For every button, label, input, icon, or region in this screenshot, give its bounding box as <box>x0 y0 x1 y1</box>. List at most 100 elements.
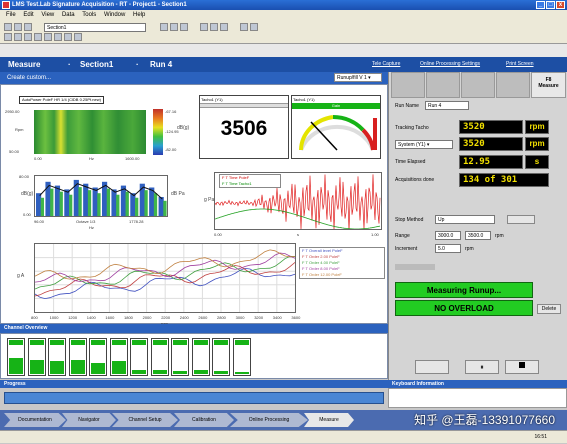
cut-icon[interactable] <box>160 23 168 31</box>
time-elapsed-unit: s <box>525 155 549 169</box>
channel-meter[interactable] <box>89 338 107 376</box>
option-checkbox[interactable] <box>395 264 435 270</box>
increment-field[interactable]: 5.0 <box>435 244 461 253</box>
octave-bar <box>116 194 120 216</box>
right-tab[interactable] <box>391 72 425 98</box>
channel-meter[interactable] <box>68 338 87 376</box>
channel-meter[interactable] <box>150 338 169 376</box>
pause-button[interactable]: ⏸ <box>465 360 499 374</box>
channel-meter[interactable] <box>232 338 251 376</box>
run-name-label: Run Name <box>395 103 419 109</box>
menu-help[interactable]: Help <box>133 12 145 18</box>
right-tab[interactable] <box>461 72 495 98</box>
workflow-documentation[interactable]: Documentation <box>4 413 66 427</box>
settings-icon[interactable] <box>250 23 258 31</box>
channel-meter-fill <box>214 371 228 374</box>
tele-capture-link[interactable]: Tele Capture <box>372 57 400 72</box>
spectrogram-plot[interactable] <box>34 110 146 154</box>
paste-icon[interactable] <box>180 23 188 31</box>
tracking-unit: rpm <box>525 120 549 134</box>
workflow-online-processing[interactable]: Online Processing <box>230 413 308 427</box>
orders-legend: F T Overall level PoleF F T Order 2.00 P… <box>299 247 385 279</box>
channel-meter-peak <box>152 340 167 345</box>
range-from-field[interactable]: 3000.0 <box>435 231 461 240</box>
arm-button[interactable] <box>415 360 449 374</box>
octave-bar <box>125 191 129 216</box>
menu-view[interactable]: View <box>41 12 54 18</box>
menu-data[interactable]: Data <box>62 12 75 18</box>
channel-meter[interactable] <box>7 338 25 376</box>
zoom-icon[interactable] <box>200 23 208 31</box>
workflow-navigator[interactable]: Navigator <box>62 413 116 427</box>
right-tab[interactable] <box>426 72 460 98</box>
tool-icon[interactable] <box>34 33 42 41</box>
cursor-icon[interactable] <box>220 23 228 31</box>
open-icon[interactable] <box>14 23 22 31</box>
order-tracking-plot[interactable] <box>34 243 296 313</box>
display-layout-dropdown[interactable]: Runup/fill V 1 ▾ <box>334 73 382 82</box>
stop-button[interactable] <box>505 360 539 374</box>
orders-xtick: 1400 <box>86 315 96 320</box>
channel-meter-peak <box>111 340 126 345</box>
disabled-button[interactable] <box>507 215 535 224</box>
section-select[interactable]: Section1 <box>44 23 146 32</box>
copy-icon[interactable] <box>170 23 178 31</box>
channel-meter[interactable] <box>130 338 148 376</box>
channel-meter[interactable] <box>171 338 189 376</box>
help-icon[interactable] <box>240 23 248 31</box>
online-processing-settings-link[interactable]: Online Processing Settings <box>420 57 480 72</box>
tab-measure[interactable]: F8 Measure <box>531 72 566 98</box>
window-title: LMS Test.Lab Signature Acquisition - RT … <box>12 2 187 8</box>
octave-bar-plot[interactable] <box>34 175 168 217</box>
run-name-field[interactable]: Run 4 <box>425 101 469 110</box>
bars-left-unit: dB(g) <box>21 191 34 197</box>
channel-meter[interactable] <box>212 338 230 376</box>
menu-edit[interactable]: Edit <box>23 12 33 18</box>
delete-button[interactable]: Delete <box>537 304 561 314</box>
save-icon[interactable] <box>24 23 32 31</box>
tool-icon[interactable] <box>4 33 12 41</box>
octave-bar <box>97 193 101 216</box>
workflow-channel-setup[interactable]: Channel Setup <box>112 413 178 427</box>
gauge-display[interactable]: Tacho1 (Y1) Gain <box>291 95 381 159</box>
print-screen-link[interactable]: Print Screen <box>506 57 534 72</box>
right-tab[interactable] <box>496 72 530 98</box>
menu-file[interactable]: File <box>6 12 16 18</box>
stop-method-select[interactable]: Up <box>435 215 495 224</box>
tool-icon[interactable] <box>24 33 32 41</box>
channel-meter-fill <box>50 361 64 374</box>
minimize-button[interactable]: _ <box>536 1 545 9</box>
create-custom-label[interactable]: Create custom... <box>7 75 51 81</box>
header-dot: · <box>68 60 71 69</box>
menu-tools[interactable]: Tools <box>82 12 96 18</box>
new-icon[interactable] <box>4 23 12 31</box>
range-to-field[interactable]: 3500.0 <box>465 231 491 240</box>
orders-xtick: 1600 <box>105 315 115 320</box>
workflow-calibration[interactable]: Calibration <box>174 413 234 427</box>
print-icon[interactable] <box>210 23 218 31</box>
orders-xtick: 1800 <box>124 315 133 320</box>
channel-meter[interactable] <box>191 338 210 376</box>
octave-bar <box>111 189 117 216</box>
maximize-button[interactable]: □ <box>546 1 555 9</box>
channel-meter-peak <box>193 340 208 345</box>
menu-window[interactable]: Window <box>104 12 125 18</box>
digital-display[interactable]: Tacho1 (Y1) 3506 <box>199 95 289 159</box>
channel-meter[interactable] <box>27 338 46 376</box>
workflow-measure[interactable]: Measure <box>304 413 354 427</box>
channel-meter[interactable] <box>109 338 128 376</box>
orders-xtick: 3400 <box>272 315 282 320</box>
channel-meter[interactable] <box>48 338 66 376</box>
menu-bar: File Edit View Data Tools Window Help <box>0 10 567 20</box>
channel-overview-title: Channel Overview <box>0 324 388 333</box>
tool-icon[interactable] <box>74 33 82 41</box>
tool-icon[interactable] <box>14 33 22 41</box>
tool-icon[interactable] <box>64 33 72 41</box>
color-scale-tick: -67.16 <box>165 109 177 114</box>
tacho-select[interactable]: System (Y1) ▾ <box>395 140 453 149</box>
tool-icon[interactable] <box>54 33 62 41</box>
close-button[interactable]: x <box>556 1 565 9</box>
overload-status: NO OVERLOAD <box>395 300 533 316</box>
tool-icon[interactable] <box>44 33 52 41</box>
channel-meter-fill <box>111 361 126 374</box>
